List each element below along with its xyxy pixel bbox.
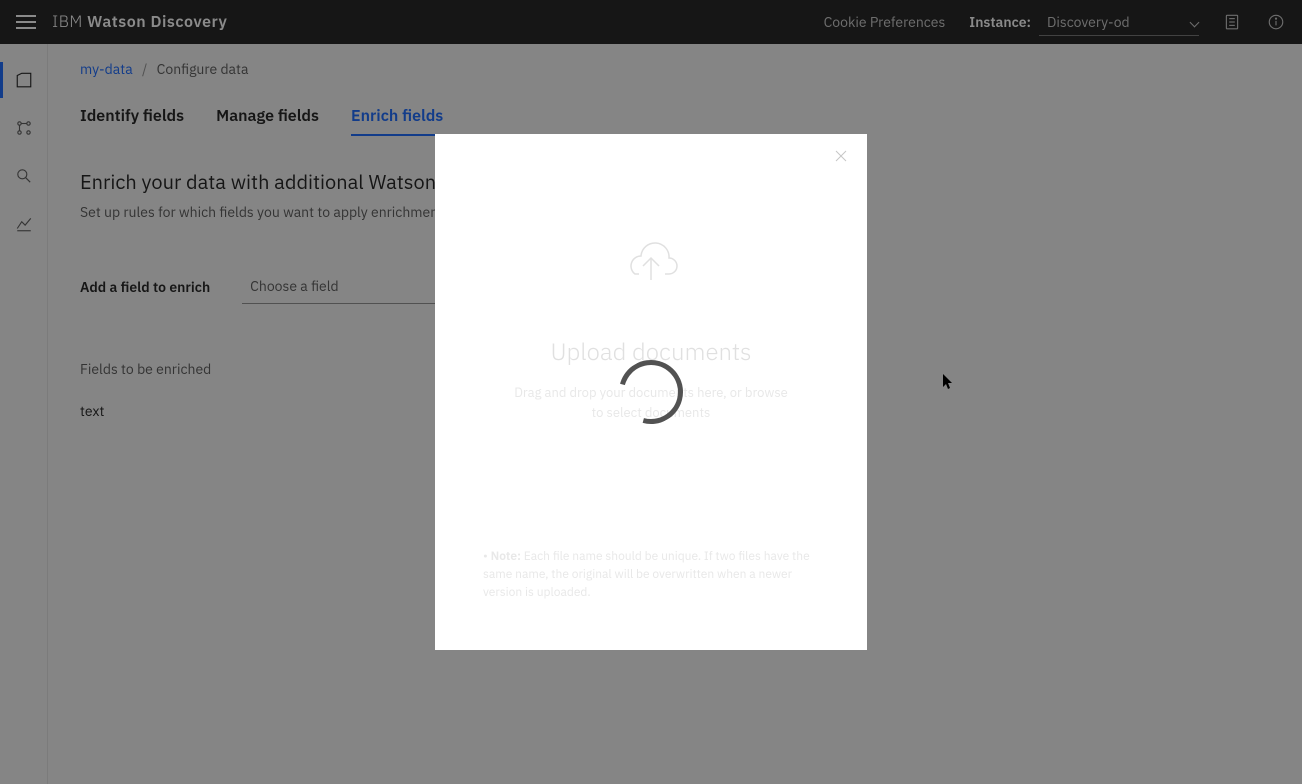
note-text: Each file name should be unique. If two …	[483, 549, 810, 600]
modal-note: • Note: Each file name should be unique.…	[459, 548, 843, 626]
note-label: Note:	[491, 549, 524, 564]
modal-overlay[interactable]: Upload documents Drag and drop your docu…	[0, 0, 1302, 784]
cloud-upload-icon	[623, 238, 679, 287]
loading-spinner	[619, 360, 683, 424]
upload-modal: Upload documents Drag and drop your docu…	[435, 134, 867, 650]
close-icon[interactable]	[833, 148, 853, 168]
